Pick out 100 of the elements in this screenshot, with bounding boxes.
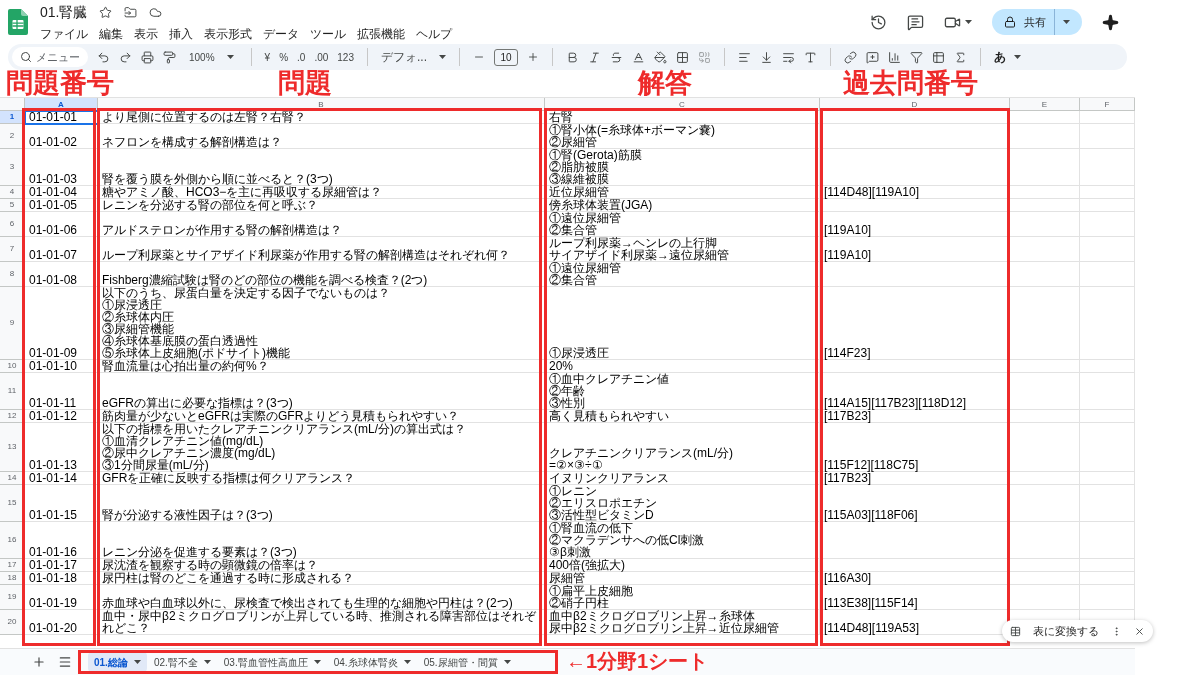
cell-text: 01-01-01 bbox=[28, 111, 79, 123]
empty-cell bbox=[1010, 199, 1080, 212]
empty-cell bbox=[1080, 212, 1135, 237]
sparkle-icon[interactable] bbox=[1102, 13, 1119, 31]
font-select[interactable]: デフォ... bbox=[381, 48, 446, 66]
menu-item[interactable]: データ bbox=[263, 24, 299, 43]
undo-icon[interactable] bbox=[97, 50, 110, 64]
cell-text: 尿中β2ミクログロブリン上昇→近位尿細管 bbox=[548, 622, 780, 634]
cell-text: 尿細管 bbox=[548, 572, 585, 584]
tab-caret-icon bbox=[503, 660, 511, 664]
decrease-decimal[interactable]: .0 bbox=[297, 49, 306, 65]
sheet-tab[interactable]: 05.尿細管・間質 bbox=[417, 652, 517, 672]
borders-icon[interactable] bbox=[676, 50, 689, 64]
strikethrough-icon[interactable] bbox=[610, 50, 623, 64]
empty-cell bbox=[1080, 410, 1135, 423]
comment-icon[interactable] bbox=[907, 13, 924, 31]
cell-text: 右腎 bbox=[548, 111, 574, 123]
menu-item[interactable]: 拡張機能 bbox=[357, 24, 405, 43]
column-header[interactable]: C bbox=[545, 98, 820, 110]
search-icon bbox=[20, 51, 32, 63]
align-icon[interactable] bbox=[738, 50, 751, 64]
cell-text: 01-01-20 bbox=[28, 622, 79, 634]
annotation-label: ←1分野1シート bbox=[566, 649, 709, 674]
column-header[interactable]: D bbox=[820, 98, 1010, 110]
sheet-tab[interactable]: 04.糸球体腎炎 bbox=[327, 652, 417, 672]
vertical-align-icon[interactable] bbox=[760, 50, 773, 64]
add-sheet-icon[interactable] bbox=[32, 655, 46, 669]
table-view-icon[interactable] bbox=[932, 50, 945, 64]
italic-icon[interactable] bbox=[588, 50, 601, 64]
sheet-tab[interactable]: 03.腎血管性高血圧 bbox=[217, 652, 327, 672]
menu-item[interactable]: 挿入 bbox=[169, 24, 193, 43]
sheet-tab[interactable]: 01.総論 bbox=[88, 652, 147, 672]
percent-format[interactable]: % bbox=[279, 49, 289, 65]
menu-search-field[interactable]: メニュー bbox=[12, 47, 88, 67]
currency-format[interactable]: ¥ bbox=[264, 49, 271, 65]
menu-item[interactable]: 表示 bbox=[134, 24, 158, 43]
input-tool-select[interactable]: あ bbox=[994, 48, 1021, 66]
sheet-tab[interactable]: 02.腎不全 bbox=[147, 652, 217, 672]
empty-cell bbox=[1010, 559, 1080, 572]
increase-decimal[interactable]: .00 bbox=[314, 49, 329, 65]
empty-cell bbox=[1080, 124, 1135, 149]
paint-format-icon[interactable] bbox=[163, 50, 176, 64]
cell-text: 01-01-04 bbox=[28, 186, 79, 198]
menu-item[interactable]: 表示形式 bbox=[204, 24, 252, 43]
text-color-icon[interactable] bbox=[632, 50, 645, 64]
document-title[interactable]: 01.腎臓 bbox=[40, 1, 88, 23]
link-icon[interactable] bbox=[844, 50, 857, 64]
number-format[interactable]: 123 bbox=[337, 49, 354, 65]
menu-item[interactable]: 編集 bbox=[99, 24, 123, 43]
cell-text: 01-01-10 bbox=[28, 360, 79, 372]
column-header[interactable]: B bbox=[98, 98, 545, 110]
close-icon[interactable] bbox=[1134, 625, 1145, 637]
menu-item[interactable]: ツール bbox=[310, 24, 346, 43]
cell-text: ④糸球体基底膜の蛋白透過性 bbox=[101, 335, 259, 347]
empty-cell bbox=[1080, 423, 1135, 472]
cell-text: 01-01-17 bbox=[28, 559, 79, 571]
folder-icon[interactable] bbox=[124, 5, 138, 19]
cell-text: 尿円柱は腎のどこを通過する時に形成される？ bbox=[101, 572, 355, 584]
cell-text: ②マクラデンサへの低Cl刺激 bbox=[548, 534, 706, 546]
print-icon[interactable] bbox=[141, 50, 154, 64]
menu-item[interactable]: ヘルプ bbox=[416, 24, 452, 43]
font-size-field[interactable]: 10 bbox=[494, 48, 518, 66]
table-icon bbox=[1010, 625, 1021, 637]
bold-icon[interactable] bbox=[566, 50, 579, 64]
cell-text: 01-01-07 bbox=[28, 249, 79, 261]
empty-cell bbox=[1010, 572, 1080, 585]
cell-text: 尿沈渣を観察する時の顕微鏡の倍率は？ bbox=[101, 559, 319, 571]
cell-text: ①血中クレアチニン値 bbox=[548, 373, 670, 385]
fill-color-icon[interactable] bbox=[654, 50, 667, 64]
menu-item[interactable]: ファイル bbox=[40, 24, 88, 43]
cell-text: 糖やアミノ酸、HCO3−を主に再吸収する尿細管は？ bbox=[101, 186, 384, 198]
share-button[interactable]: 共有 bbox=[992, 9, 1082, 35]
star-icon[interactable] bbox=[99, 5, 113, 19]
empty-cell bbox=[1080, 572, 1135, 585]
history-icon[interactable] bbox=[870, 13, 887, 31]
cell-text: [115F12][118C75] bbox=[823, 459, 920, 471]
wrap-icon[interactable] bbox=[782, 50, 795, 64]
redo-icon[interactable] bbox=[119, 50, 132, 64]
cell-text: レニンを分泌する腎の部位を何と呼ぶ？ bbox=[101, 199, 318, 211]
cell-text: [114A15][117B23][118D12] bbox=[823, 397, 968, 409]
column-header[interactable]: E bbox=[1010, 98, 1080, 110]
plus-icon[interactable] bbox=[527, 51, 539, 63]
zoom-select[interactable]: 100% bbox=[185, 49, 238, 65]
add-comment-icon[interactable] bbox=[866, 50, 879, 64]
all-sheets-icon[interactable] bbox=[58, 655, 72, 669]
chart-icon[interactable] bbox=[888, 50, 901, 64]
annotation-label: 問題番号 bbox=[6, 67, 114, 99]
convert-to-table-chip[interactable]: 表に変換する bbox=[1002, 620, 1153, 642]
column-header[interactable]: F bbox=[1080, 98, 1135, 110]
filter-icon[interactable] bbox=[910, 50, 923, 64]
text-rotation-icon[interactable] bbox=[804, 50, 817, 64]
cell-text: 01-01-11 bbox=[28, 397, 78, 409]
cell-text: ⑤糸球体上皮細胞(ポドサイト)機能 bbox=[101, 347, 291, 359]
caret-icon bbox=[439, 55, 446, 59]
sigma-icon[interactable] bbox=[954, 50, 967, 64]
cloud-icon[interactable] bbox=[149, 5, 163, 19]
spreadsheet-logo-icon[interactable] bbox=[8, 9, 28, 35]
cell-text: ③線維被膜 bbox=[548, 173, 610, 185]
cell-text: 400倍(強拡大) bbox=[548, 559, 626, 571]
empty-cell bbox=[1080, 485, 1135, 522]
